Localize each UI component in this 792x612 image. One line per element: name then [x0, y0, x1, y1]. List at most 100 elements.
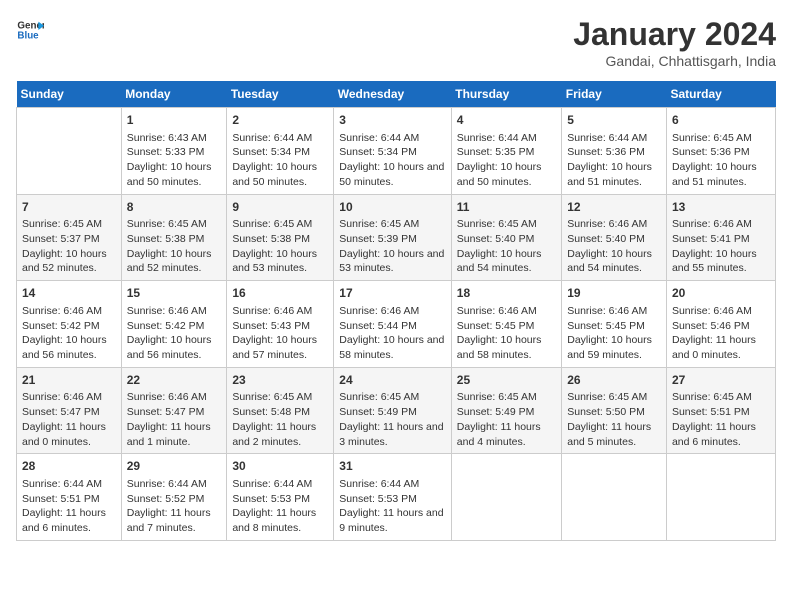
day-number: 11 — [457, 199, 556, 216]
day-number: 24 — [339, 372, 446, 389]
daylight-text: Daylight: 11 hours and 8 minutes. — [232, 507, 316, 534]
daylight-text: Daylight: 10 hours and 52 minutes. — [127, 248, 212, 275]
sunrise-text: Sunrise: 6:45 AM — [672, 391, 752, 403]
sunset-text: Sunset: 5:49 PM — [339, 406, 417, 418]
daylight-text: Daylight: 11 hours and 6 minutes. — [22, 507, 106, 534]
sunrise-text: Sunrise: 6:44 AM — [339, 478, 419, 490]
weekday-header: Friday — [562, 81, 667, 108]
daylight-text: Daylight: 11 hours and 1 minute. — [127, 421, 211, 448]
day-number: 3 — [339, 112, 446, 129]
sunrise-text: Sunrise: 6:46 AM — [127, 391, 207, 403]
sunrise-text: Sunrise: 6:45 AM — [457, 391, 537, 403]
sunset-text: Sunset: 5:47 PM — [127, 406, 205, 418]
day-number: 22 — [127, 372, 222, 389]
daylight-text: Daylight: 10 hours and 58 minutes. — [339, 334, 444, 361]
calendar-cell: 10Sunrise: 6:45 AMSunset: 5:39 PMDayligh… — [334, 194, 452, 281]
day-number: 16 — [232, 285, 328, 302]
sunrise-text: Sunrise: 6:44 AM — [339, 132, 419, 144]
sunrise-text: Sunrise: 6:45 AM — [232, 391, 312, 403]
calendar-cell: 4 Sunrise: 6:44 AM Sunset: 5:35 PM Daylight… — [451, 108, 561, 195]
day-number: 1 — [127, 112, 222, 129]
calendar-cell: 15Sunrise: 6:46 AMSunset: 5:42 PMDayligh… — [121, 281, 227, 368]
daylight-text: Daylight: 10 hours and 50 minutes. — [339, 161, 444, 188]
daylight-text: Daylight: 10 hours and 59 minutes. — [567, 334, 652, 361]
day-number: 28 — [22, 458, 116, 475]
calendar-week-row: 1Sunrise: 6:43 AMSunset: 5:33 PMDaylight… — [17, 108, 776, 195]
day-number: 4 — [457, 112, 556, 129]
daylight-text: Daylight: 10 hours and 56 minutes. — [127, 334, 212, 361]
sunrise-text: Sunrise: 6:46 AM — [672, 305, 752, 317]
sunrise-text: Sunrise: 6:45 AM — [567, 391, 647, 403]
calendar-cell: 7Sunrise: 6:45 AMSunset: 5:37 PMDaylight… — [17, 194, 122, 281]
daylight-text: Daylight: 10 hours and 50 minutes. — [232, 161, 317, 188]
daylight-text: Daylight: 10 hours and 50 minutes. — [457, 161, 542, 188]
weekday-header: Tuesday — [227, 81, 334, 108]
calendar-cell: 11Sunrise: 6:45 AMSunset: 5:40 PMDayligh… — [451, 194, 561, 281]
logo-icon: General Blue — [16, 16, 44, 44]
daylight-text: Daylight: 10 hours and 50 minutes. — [127, 161, 212, 188]
location-subtitle: Gandai, Chhattisgarh, India — [573, 53, 776, 69]
calendar-cell: 3 Sunrise: 6:44 AM Sunset: 5:34 PM Daylight… — [334, 108, 452, 195]
sunrise-text: Sunrise: 6:45 AM — [127, 218, 207, 230]
daylight-text: Daylight: 10 hours and 54 minutes. — [457, 248, 542, 275]
sunrise-text: Sunrise: 6:46 AM — [127, 305, 207, 317]
sunset-text: Sunset: 5:39 PM — [339, 233, 417, 245]
day-number: 27 — [672, 372, 770, 389]
sunrise-text: Sunrise: 6:44 AM — [127, 478, 207, 490]
sunrise-text: Sunrise: 6:46 AM — [232, 305, 312, 317]
day-number: 8 — [127, 199, 222, 216]
calendar-cell: 29Sunrise: 6:44 AMSunset: 5:52 PMDayligh… — [121, 454, 227, 541]
sunset-text: Sunset: 5:49 PM — [457, 406, 535, 418]
daylight-text: Daylight: 10 hours and 58 minutes. — [457, 334, 542, 361]
sunset-text: Sunset: 5:34 PM — [339, 146, 417, 158]
calendar-cell: 19Sunrise: 6:46 AMSunset: 5:45 PMDayligh… — [562, 281, 667, 368]
daylight-text: Daylight: 10 hours and 52 minutes. — [22, 248, 107, 275]
sunset-text: Sunset: 5:40 PM — [457, 233, 535, 245]
calendar-week-row: 14 Sunrise: 6:46 AM Sunset: 5:42 PM Dayligh… — [17, 281, 776, 368]
sunrise-text: Sunrise: 6:44 AM — [232, 478, 312, 490]
sunset-text: Sunset: 5:53 PM — [232, 493, 310, 505]
sunrise-text: Sunrise: 6:46 AM — [457, 305, 537, 317]
weekday-header: Thursday — [451, 81, 561, 108]
sunset-text: Sunset: 5:50 PM — [567, 406, 645, 418]
calendar-cell — [451, 454, 561, 541]
calendar-cell: 24 Sunrise: 6:45 AM Sunset: 5:49 PM Dayligh… — [334, 367, 452, 454]
day-number: 31 — [339, 458, 446, 475]
day-number: 9 — [232, 199, 328, 216]
daylight-text: Daylight: 11 hours and 5 minutes. — [567, 421, 651, 448]
day-number: 17 — [339, 285, 446, 302]
day-number: 21 — [22, 372, 116, 389]
calendar-cell: 22 Sunrise: 6:46 AM Sunset: 5:47 PM Dayligh… — [121, 367, 227, 454]
day-number: 13 — [672, 199, 770, 216]
sunset-text: Sunset: 5:35 PM — [457, 146, 535, 158]
sunset-text: Sunset: 5:36 PM — [567, 146, 645, 158]
day-number: 19 — [567, 285, 661, 302]
day-number: 14 — [22, 285, 116, 302]
day-number: 2 — [232, 112, 328, 129]
day-number: 26 — [567, 372, 661, 389]
day-number: 20 — [672, 285, 770, 302]
daylight-text: Daylight: 10 hours and 57 minutes. — [232, 334, 317, 361]
calendar-week-row: 28Sunrise: 6:44 AMSunset: 5:51 PMDayligh… — [17, 454, 776, 541]
day-number: 23 — [232, 372, 328, 389]
sunrise-text: Sunrise: 6:44 AM — [457, 132, 537, 144]
sunset-text: Sunset: 5:38 PM — [232, 233, 310, 245]
sunset-text: Sunset: 5:53 PM — [339, 493, 417, 505]
daylight-text: Daylight: 11 hours and 0 minutes. — [22, 421, 106, 448]
calendar-cell: 20Sunrise: 6:46 AMSunset: 5:46 PMDayligh… — [666, 281, 775, 368]
calendar-cell: 5Sunrise: 6:44 AMSunset: 5:36 PMDaylight… — [562, 108, 667, 195]
sunset-text: Sunset: 5:41 PM — [672, 233, 750, 245]
daylight-text: Daylight: 11 hours and 3 minutes. — [339, 421, 443, 448]
calendar-cell: 25Sunrise: 6:45 AMSunset: 5:49 PMDayligh… — [451, 367, 561, 454]
sunrise-text: Sunrise: 6:46 AM — [339, 305, 419, 317]
sunrise-text: Sunrise: 6:45 AM — [339, 391, 419, 403]
day-number: 29 — [127, 458, 222, 475]
daylight-text: Daylight: 11 hours and 7 minutes. — [127, 507, 211, 534]
daylight-text: Daylight: 10 hours and 55 minutes. — [672, 248, 757, 275]
sunset-text: Sunset: 5:42 PM — [22, 320, 100, 332]
sunset-text: Sunset: 5:45 PM — [457, 320, 535, 332]
calendar-cell: 1Sunrise: 6:43 AMSunset: 5:33 PMDaylight… — [121, 108, 227, 195]
calendar-cell: 30Sunrise: 6:44 AMSunset: 5:53 PMDayligh… — [227, 454, 334, 541]
title-block: January 2024 Gandai, Chhattisgarh, India — [573, 16, 776, 69]
calendar-cell: 26 Sunrise: 6:45 AM Sunset: 5:50 PM Dayligh… — [562, 367, 667, 454]
